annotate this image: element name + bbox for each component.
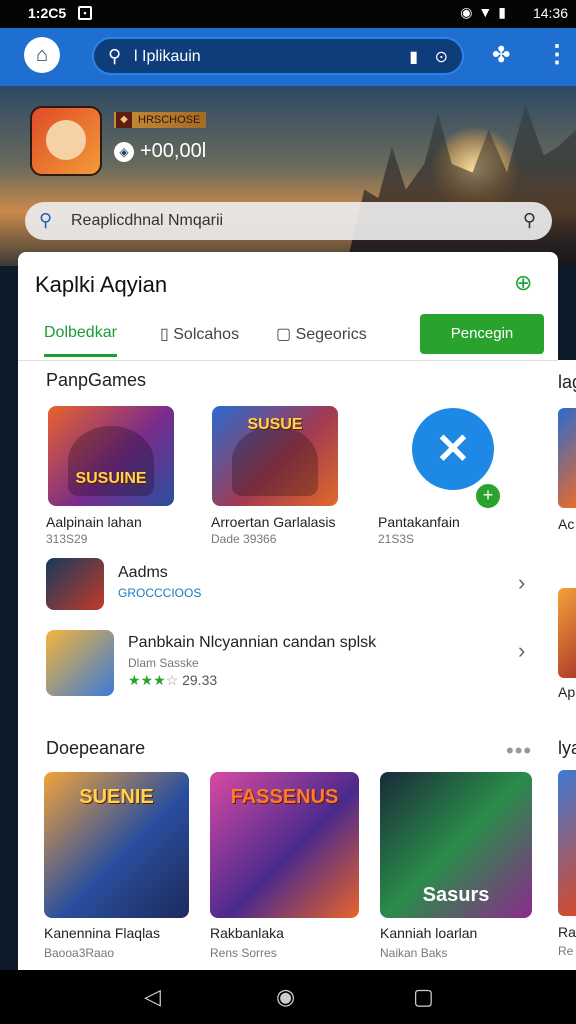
list-item-sub: Dlam Sasske [128,656,199,670]
tab-1[interactable]: ▯ Solcahos [160,324,239,344]
chevron-right-icon[interactable]: › [518,570,525,596]
app-icon[interactable]: ✕ [412,408,494,490]
section-heading: Doepeanare [46,738,146,758]
app-bar: ⌂ ⚲ l Iplikauin ▮ ⊙ ✤ ⋮ [0,28,576,86]
user-avatar[interactable] [30,106,102,176]
tile-wordmark: SUENIE [79,786,154,808]
game-tile[interactable]: FASSENUS [210,772,359,918]
tile-wordmark: SUSUINE [75,470,147,487]
game-name: Pantakanfain [378,514,460,530]
peek-label: lag [558,372,576,392]
tile-wordmark: FASSENUS [230,786,339,808]
tab-icon: ▯ [160,326,174,343]
section-heading: PanpGames [46,370,147,390]
lens-icon[interactable]: ⊙ [435,47,448,67]
coin-balance: ◈ +00,00l [114,140,206,163]
home-icon[interactable]: ◉ [276,984,295,1010]
game-sub: Naikan Baks [380,946,448,960]
peek-label: lya [558,738,576,758]
tile-wordmark: SUSUE [247,416,303,433]
tile-wordmark: Sasurs [422,884,490,906]
game-sub: Dade 39366 [211,532,277,546]
hero-banner: ◆ HRSCHOSE ◈ +00,00l ⚲ Reaplicdhnal Nmqar… [0,86,576,266]
game-sub: 313S29 [46,532,88,546]
game-name: Arroertan Garlalasis [211,514,336,530]
list-item-sub: GROCCCIOOS [118,586,202,600]
coin-value: +00,00l [140,140,207,162]
game-name: Kanennina Flaqlas [44,925,160,941]
more-icon[interactable]: ⋮ [545,40,569,69]
peek-label: Re [558,944,574,958]
tab-label: Segeorics [295,326,367,343]
game-tile[interactable]: Sasurs [380,772,532,918]
game-sub: Baooa3Raao [44,946,115,960]
avatar-face [46,120,86,160]
main-card: Kaplki Aqyian ⊕ Dolbedkar ▯ Solcahos ▢ S… [18,252,558,982]
peek-tile[interactable] [558,408,576,508]
game-tile[interactable]: SUENIE [44,772,189,918]
hero-search-input[interactable]: ⚲ Reaplicdhnal Nmqarii ⚲ [25,202,552,240]
status-bar: 1:2C5 ▪ ◉▼▮ 14:36 [0,0,576,28]
app-logo-icon[interactable]: ⌂ [24,37,60,73]
primary-action-button[interactable]: Pencegin [420,314,544,354]
status-icons: ◉▼▮ [460,4,512,20]
tab-0[interactable]: Dolbedkar [44,324,117,357]
game-sub: Rens Sorres [210,946,277,960]
search-submit-icon[interactable]: ⚲ [523,210,536,231]
system-nav-bar: ◁ ◉ ▢ [0,970,576,1024]
peek-tile[interactable] [558,588,576,678]
list-item-title[interactable]: Aadms [118,564,168,582]
rank-icon: ◆ [116,112,132,128]
recents-icon[interactable]: ▢ [413,984,434,1010]
game-name: Rakbanlaka [210,925,284,941]
list-item-icon[interactable] [46,558,104,610]
more-horiz-icon[interactable]: ••• [506,738,532,764]
peek-tile[interactable] [558,770,576,916]
tab-icon: ▢ [276,326,296,343]
rank-badge: ◆ HRSCHOSE [114,112,207,128]
rating-value: 29.33 [182,672,218,688]
peek-label: Ap [558,684,576,700]
tile-figure [232,426,318,496]
game-tile[interactable]: SUSUINE [48,406,174,506]
list-item-title[interactable]: Panbkain Nlcyannian candan splsk [128,634,376,652]
back-icon[interactable]: ◁ [144,984,161,1010]
share-icon[interactable]: ✤ [492,42,510,68]
card-title: Kaplki Aqyian [35,272,168,297]
rank-badge-text: HRSCHOSE [138,114,201,126]
search-icon: ⚲ [108,46,122,66]
peek-label: Ra [558,924,576,940]
hero-search-text: Reaplicdhnal Nmqarii [71,212,224,229]
active-tab-indicator [44,354,117,357]
coin-icon: ◈ [114,141,134,162]
tab-label: Dolbedkar [44,324,117,341]
notification-icon: ▪ [78,6,92,20]
mic-icon[interactable]: ▮ [409,47,418,67]
hero-castle-art [346,104,576,266]
game-tile[interactable]: SUSUE [212,406,338,506]
tab-label: Solcahos [173,326,240,343]
search-icon: ⚲ [39,210,53,230]
peek-label: Ac [558,516,575,532]
card-search-icon[interactable]: ⊕ [514,270,532,296]
next-card-peek: lag Ac Ap lya Ra Re [558,360,576,970]
chevron-right-icon[interactable]: › [518,638,525,664]
top-search-text: l Iplikauin [134,48,201,65]
game-name: Aalpinain lahan [46,514,142,530]
install-plus-icon[interactable]: + [474,482,502,510]
game-name: Kanniah loarlan [380,925,478,941]
rating-stars: ★★★☆ 29.33 [128,672,218,688]
status-time: 1:2C5 [28,5,67,21]
status-right-time: 14:36 [532,5,568,21]
top-search-bar[interactable]: ⚲ l Iplikauin ▮ ⊙ [92,37,464,75]
list-item-icon[interactable] [46,630,114,696]
game-sub: 21S3S [378,532,415,546]
tab-2[interactable]: ▢ Segeorics [276,324,367,344]
tab-bar: Dolbedkar ▯ Solcahos ▢ Segeorics Pencegi… [18,312,558,361]
